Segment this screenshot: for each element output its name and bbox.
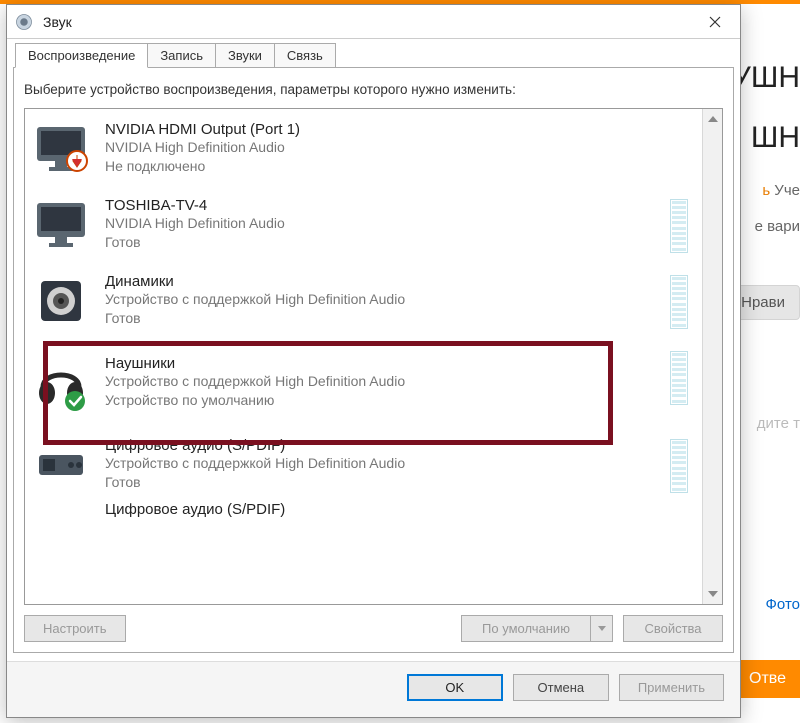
level-meter bbox=[670, 351, 688, 405]
spdif-icon bbox=[33, 437, 89, 493]
monitor-disconnected-icon bbox=[33, 121, 89, 177]
scrollbar[interactable] bbox=[702, 109, 722, 604]
instruction-text: Выберите устройство воспроизведения, пар… bbox=[24, 80, 723, 100]
bg-heading-1: УШН bbox=[732, 55, 800, 101]
ok-button[interactable]: OK bbox=[407, 674, 503, 701]
monitor-icon bbox=[33, 197, 89, 253]
scroll-down-icon[interactable] bbox=[703, 584, 722, 604]
dialog-footer: OK Отмена Применить bbox=[7, 661, 740, 717]
device-name: TOSHIBA-TV-4 bbox=[105, 197, 285, 214]
tabs-row: Воспроизведение Запись Звуки Связь bbox=[13, 43, 734, 68]
bg-variants-text: е вари bbox=[755, 218, 800, 235]
device-name: Наушники bbox=[105, 355, 405, 372]
dialog-title: Звук bbox=[43, 14, 690, 30]
apply-button[interactable]: Применить bbox=[619, 674, 724, 701]
properties-button[interactable]: Свойства bbox=[623, 615, 723, 642]
device-sub2: Устройство по умолчанию bbox=[105, 391, 405, 410]
close-icon bbox=[709, 16, 721, 28]
tab-communications[interactable]: Связь bbox=[274, 43, 336, 68]
device-sub1: Устройство с поддержкой High Definition … bbox=[105, 290, 405, 309]
device-sub1: Устройство с поддержкой High Definition … bbox=[105, 372, 405, 391]
device-list-container: NVIDIA HDMI Output (Port 1) NVIDIA High … bbox=[24, 108, 723, 605]
device-text: Динамики Устройство с поддержкой High De… bbox=[105, 273, 405, 328]
device-sub1: NVIDIA High Definition Audio bbox=[105, 138, 300, 157]
device-text: NVIDIA HDMI Output (Port 1) NVIDIA High … bbox=[105, 121, 300, 176]
device-sub2: Не подключено bbox=[105, 157, 300, 176]
bg-answer-button[interactable]: Отве bbox=[735, 660, 800, 698]
device-item-spdif[interactable]: Цифровое аудио (S/PDIF) Устройство с под… bbox=[27, 427, 700, 503]
device-item-toshiba[interactable]: TOSHIBA-TV-4 NVIDIA High Definition Audi… bbox=[27, 187, 700, 263]
bg-hint-text: дите т bbox=[757, 415, 800, 432]
device-sub2: Готов bbox=[105, 309, 405, 328]
panel-button-row: Настроить По умолчанию Свойства bbox=[24, 615, 723, 642]
device-item-spdif-2[interactable]: Цифровое аудио (S/PDIF) bbox=[27, 503, 700, 521]
device-sub2: Готов bbox=[105, 233, 285, 252]
device-list[interactable]: NVIDIA HDMI Output (Port 1) NVIDIA High … bbox=[25, 109, 702, 604]
bg-photo-link[interactable]: Фото bbox=[766, 596, 800, 613]
device-text: Наушники Устройство с поддержкой High De… bbox=[105, 355, 405, 410]
device-text: TOSHIBA-TV-4 NVIDIA High Definition Audi… bbox=[105, 197, 285, 252]
headphones-default-icon bbox=[33, 355, 89, 411]
bg-study-row: ь Уче bbox=[762, 182, 800, 199]
level-meter bbox=[670, 439, 688, 493]
set-default-label: По умолчанию bbox=[461, 615, 591, 642]
device-item-hdmi[interactable]: NVIDIA HDMI Output (Port 1) NVIDIA High … bbox=[27, 111, 700, 187]
device-sub2: Готов bbox=[105, 473, 405, 492]
device-item-speakers[interactable]: Динамики Устройство с поддержкой High De… bbox=[27, 263, 700, 339]
cancel-button[interactable]: Отмена bbox=[513, 674, 609, 701]
device-text: Цифровое аудио (S/PDIF) Устройство с под… bbox=[105, 437, 405, 492]
bg-study-link[interactable]: ь bbox=[762, 182, 770, 199]
bg-heading-2: ШН bbox=[751, 115, 800, 161]
sound-icon bbox=[15, 13, 33, 31]
configure-button[interactable]: Настроить bbox=[24, 615, 126, 642]
device-item-headphones[interactable]: Наушники Устройство с поддержкой High De… bbox=[27, 339, 700, 427]
device-text: Цифровое аудио (S/PDIF) bbox=[105, 503, 285, 519]
tab-recording[interactable]: Запись bbox=[147, 43, 216, 68]
device-name: Цифровое аудио (S/PDIF) bbox=[105, 503, 285, 519]
sound-dialog: Звук Воспроизведение Запись Звуки Связь … bbox=[6, 4, 741, 718]
device-sub1: Устройство с поддержкой High Definition … bbox=[105, 454, 405, 473]
dialog-titlebar: Звук bbox=[7, 5, 740, 39]
level-meter bbox=[670, 199, 688, 253]
tab-panel-playback: Выберите устройство воспроизведения, пар… bbox=[13, 67, 734, 653]
speaker-icon bbox=[33, 273, 89, 329]
tab-sounds[interactable]: Звуки bbox=[215, 43, 275, 68]
scroll-up-icon[interactable] bbox=[703, 109, 722, 129]
device-name: NVIDIA HDMI Output (Port 1) bbox=[105, 121, 300, 138]
device-name: Динамики bbox=[105, 273, 405, 290]
close-button[interactable] bbox=[690, 6, 740, 38]
level-meter bbox=[670, 275, 688, 329]
device-name: Цифровое аудио (S/PDIF) bbox=[105, 437, 405, 454]
device-sub1: NVIDIA High Definition Audio bbox=[105, 214, 285, 233]
set-default-split-button[interactable]: По умолчанию bbox=[461, 615, 613, 642]
set-default-dropdown-icon[interactable] bbox=[591, 615, 613, 642]
tab-playback[interactable]: Воспроизведение bbox=[15, 43, 148, 68]
